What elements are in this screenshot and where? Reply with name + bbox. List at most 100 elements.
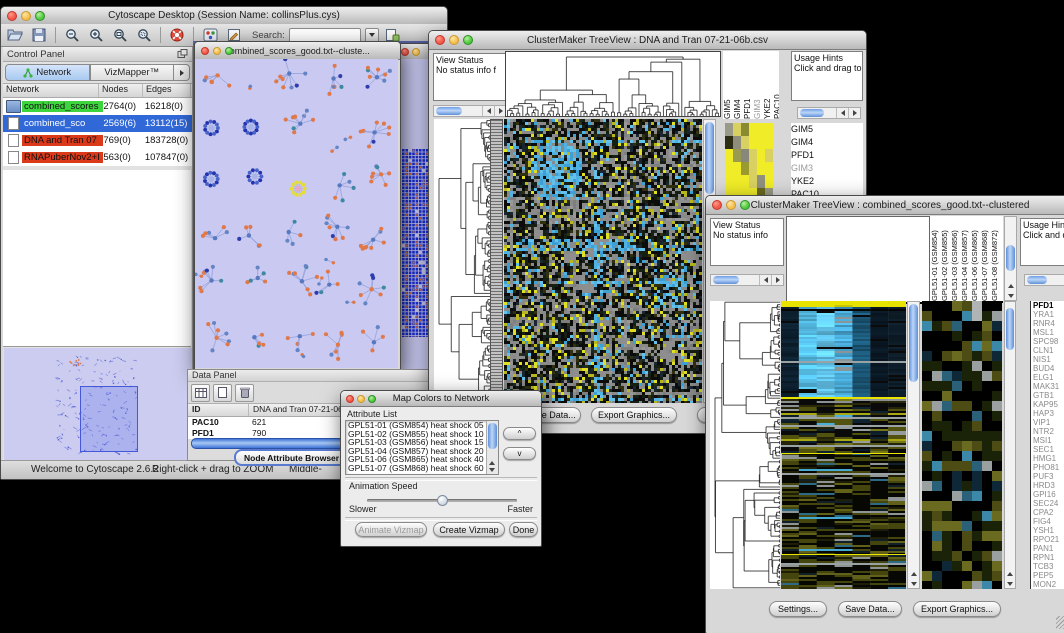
column-label[interactable]: GPL51-03 (GSM856) (950, 216, 960, 301)
column-label[interactable]: GPL51-06 (GSM865) (970, 216, 980, 301)
gene-label[interactable]: YKE2 (791, 175, 863, 188)
close-icon[interactable] (435, 35, 445, 45)
down-arrow-icon[interactable] (489, 468, 495, 472)
column-dendrogram[interactable] (505, 51, 721, 117)
gene-label[interactable]: RNR4 (1031, 319, 1064, 328)
down-arrow-icon[interactable] (1007, 582, 1013, 586)
gene-label[interactable]: PHO81 (1031, 463, 1064, 472)
zoom-window-icon[interactable] (35, 11, 45, 21)
network-overview[interactable] (4, 348, 192, 461)
zoom-out-icon[interactable] (62, 26, 82, 45)
scroll-thumb[interactable] (488, 423, 497, 449)
scroll-thumb[interactable] (800, 109, 824, 117)
gene-label[interactable]: SEC24 (1031, 499, 1064, 508)
gene-label[interactable]: FIG4 (1031, 517, 1064, 526)
close-icon[interactable] (401, 48, 409, 56)
up-arrow-icon[interactable] (489, 461, 495, 465)
treeview2-titlebar[interactable]: ClusterMaker TreeView : combined_scores_… (706, 196, 1064, 215)
slider-thumb[interactable] (437, 495, 448, 506)
minimize-icon[interactable] (213, 47, 221, 55)
column-dendrogram-area[interactable] (786, 216, 930, 304)
gene-label[interactable]: PAN1 (1031, 544, 1064, 553)
scroll-thumb[interactable] (1006, 308, 1014, 350)
network-window-1[interactable]: combined_scores_good.txt--cluste... (194, 41, 401, 371)
column-label[interactable]: PAC10 (773, 51, 779, 119)
btn-settings[interactable]: Settings... (769, 601, 827, 617)
up-arrow-icon[interactable] (911, 572, 917, 576)
close-icon[interactable] (712, 200, 722, 210)
done-button[interactable]: Done (509, 522, 538, 537)
gene-label[interactable]: YSH1 (1031, 526, 1064, 535)
minimize-icon[interactable] (21, 11, 31, 21)
down-arrow-icon[interactable] (1008, 294, 1014, 298)
zoomview-hscrollbar[interactable] (1024, 274, 1064, 286)
move-up-button[interactable]: ^ (503, 427, 536, 440)
scroll-left-button[interactable] (836, 108, 848, 118)
close-icon[interactable] (201, 47, 209, 55)
scroll-thumb[interactable] (713, 276, 739, 284)
column-labels-vscrollbar[interactable] (1004, 216, 1017, 301)
column-header[interactable]: Edges (143, 84, 191, 97)
help-icon[interactable] (167, 26, 187, 45)
scroll-thumb[interactable] (705, 122, 714, 194)
new-attribute-icon[interactable] (213, 384, 232, 402)
gene-label[interactable]: KAP95 (1031, 400, 1064, 409)
dialog-titlebar[interactable]: Map Colors to Network (341, 391, 541, 407)
heatmap-global-view[interactable] (504, 119, 702, 403)
speed-slider[interactable] (367, 499, 517, 502)
resize-grip[interactable] (1056, 616, 1064, 629)
zoomview-vscrollbar[interactable] (1004, 301, 1016, 589)
btn-export-graphics[interactable]: Export Graphics... (913, 601, 1001, 617)
gene-label[interactable]: GIM5 (791, 123, 863, 136)
scroll-thumb[interactable] (436, 107, 462, 115)
gene-label[interactable]: ELG1 (1031, 373, 1064, 382)
gene-label[interactable]: NIS1 (1031, 355, 1064, 364)
gene-dendrogram[interactable] (434, 119, 490, 403)
create-vizmap-button[interactable]: Create Vizmap (433, 522, 505, 537)
gene-label[interactable]: GTB1 (1031, 391, 1064, 400)
gene-label[interactable]: MON2 (1031, 580, 1064, 589)
close-icon[interactable] (346, 395, 354, 403)
gene-label[interactable]: HAP3 (1031, 409, 1064, 418)
gene-label[interactable]: PFD1 (1031, 301, 1064, 310)
network-view-1[interactable] (195, 59, 398, 368)
zoomview-hscrollbar[interactable] (797, 107, 861, 119)
column-label[interactable]: PFD1 (743, 51, 753, 119)
scroll-thumb[interactable] (1027, 276, 1047, 284)
zoom-in-icon[interactable] (86, 26, 106, 45)
zoom-window-icon[interactable] (368, 395, 376, 403)
network-list-row[interactable]: DNA and Tran 07769(0)183728(0) (3, 132, 192, 149)
tab-overflow-button[interactable] (174, 64, 190, 81)
scroll-right-button[interactable] (848, 108, 860, 118)
gene-label[interactable]: HRD3 (1031, 481, 1064, 490)
column-label[interactable]: GPL51-08 (GSM872) (990, 216, 1000, 301)
gene-label[interactable]: HMG1 (1031, 454, 1064, 463)
float-panel-icon[interactable] (177, 49, 188, 59)
column-label[interactable]: GIM3 (753, 51, 763, 119)
btn-save-data[interactable]: Save Data... (838, 601, 902, 617)
save-session-button[interactable] (29, 26, 49, 45)
gene-label[interactable]: SPC98 (1031, 337, 1064, 346)
attribute-item[interactable]: GPL51-07 (GSM868) heat shock 60 min (346, 464, 487, 473)
gene-label[interactable]: YRA1 (1031, 310, 1064, 319)
zoom-window-icon[interactable] (740, 200, 750, 210)
gene-label[interactable]: VIP1 (1031, 418, 1064, 427)
id-column-header[interactable]: ID (188, 404, 249, 416)
down-arrow-icon[interactable] (911, 582, 917, 586)
close-icon[interactable] (7, 11, 17, 21)
gene-label[interactable]: PEP5 (1031, 571, 1064, 580)
gene-label[interactable]: CLN1 (1031, 346, 1064, 355)
view-status-hscrollbar[interactable] (710, 274, 784, 286)
zoom-fit-icon[interactable] (110, 26, 130, 45)
network-view-2[interactable] (398, 59, 432, 394)
network-list-row[interactable]: RNAPuberNov2+I563(0)107847(0) (3, 149, 192, 166)
animate-vizmap-button[interactable]: Animate Vizmap (355, 522, 427, 537)
scroll-thumb[interactable] (1006, 245, 1015, 271)
column-label[interactable]: GIM4 (733, 51, 743, 119)
gene-label[interactable]: SEC1 (1031, 445, 1064, 454)
delete-attribute-icon[interactable] (235, 384, 254, 402)
minimize-icon[interactable] (357, 395, 365, 403)
up-arrow-icon[interactable] (1008, 284, 1014, 288)
gene-label[interactable]: NTR2 (1031, 427, 1064, 436)
attribute-listbox[interactable]: GPL51-01 (GSM854) heat shock 05 minGPL51… (345, 420, 499, 475)
